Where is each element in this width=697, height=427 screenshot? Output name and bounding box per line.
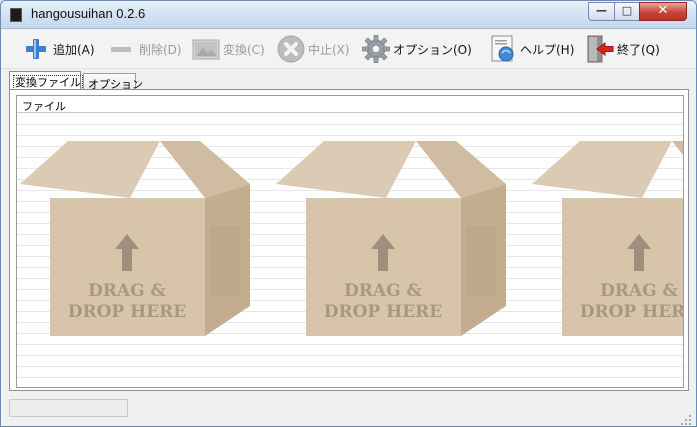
tab-options[interactable]: オプション [83, 73, 143, 91]
resize-grip-icon[interactable] [680, 411, 692, 425]
drag-text: DRAG & [344, 281, 422, 301]
file-list[interactable]: ファイル DRAG & DROP HERE DRAG & DROP HERE D… [16, 95, 684, 388]
drag-drop-box-graphic: DRAG & DROP HERE [532, 141, 684, 336]
column-header-file[interactable]: ファイル [17, 96, 683, 113]
minimize-icon: — [596, 4, 607, 17]
app-window: hangousuihan 0.2.6 — □ ✕ 追加(A) 削除(D) 変換(… [0, 0, 697, 427]
drag-text: DRAG & [600, 281, 678, 301]
drag-text: DRAG & [88, 281, 166, 301]
help-label: ヘルプ(H) [520, 42, 575, 57]
minus-icon [107, 34, 137, 64]
help-button[interactable]: ヘルプ(H) [488, 32, 574, 66]
delete-button[interactable]: 削除(D) [107, 32, 182, 66]
toolbar: 追加(A) 削除(D) 変換(C) 中止(X) オプション(O) ヘルプ(H) … [1, 30, 696, 69]
drop-here-text: DROP HERE [68, 302, 187, 322]
tab-panel: ファイル DRAG & DROP HERE DRAG & DROP HERE D… [9, 89, 689, 391]
tab-convert-files-label: 変換ファイル [13, 75, 83, 90]
drop-zone[interactable]: DRAG & DROP HERE DRAG & DROP HERE DRAG &… [17, 114, 684, 387]
gear-icon [361, 34, 391, 64]
options-button[interactable]: オプション(O) [361, 32, 472, 66]
convert-button[interactable]: 変換(C) [191, 32, 265, 66]
drop-here-text: DROP HERE [324, 302, 443, 322]
maximize-button[interactable]: □ [614, 2, 640, 21]
help-document-icon [488, 34, 518, 64]
drag-drop-box-graphic: DRAG & DROP HERE [276, 141, 506, 336]
drop-here-text: DROP HERE [580, 302, 684, 322]
exit-button[interactable]: 終了(Q) [585, 32, 660, 66]
convert-label: 変換(C) [223, 42, 265, 57]
stop-icon [276, 34, 306, 64]
title-bar[interactable]: hangousuihan 0.2.6 — □ ✕ [1, 1, 696, 29]
window-title: hangousuihan 0.2.6 [31, 6, 146, 21]
status-bar [1, 394, 696, 426]
plus-icon [21, 34, 51, 64]
exit-door-icon [585, 34, 615, 64]
minimize-button[interactable]: — [588, 2, 615, 21]
close-icon: ✕ [657, 3, 669, 18]
app-icon[interactable] [10, 8, 22, 22]
exit-label: 終了(Q) [617, 42, 660, 57]
tab-convert-files[interactable]: 変換ファイル [9, 71, 83, 90]
delete-label: 削除(D) [139, 42, 182, 57]
maximize-icon: □ [621, 4, 633, 17]
image-icon [191, 34, 221, 64]
add-label: 追加(A) [53, 42, 95, 57]
add-button[interactable]: 追加(A) [21, 32, 95, 66]
status-field [9, 399, 128, 417]
options-label: オプション(O) [393, 42, 472, 57]
stop-label: 中止(X) [308, 42, 350, 57]
stop-button[interactable]: 中止(X) [276, 32, 350, 66]
close-button[interactable]: ✕ [639, 2, 687, 21]
drag-drop-box-graphic: DRAG & DROP HERE [20, 141, 250, 336]
